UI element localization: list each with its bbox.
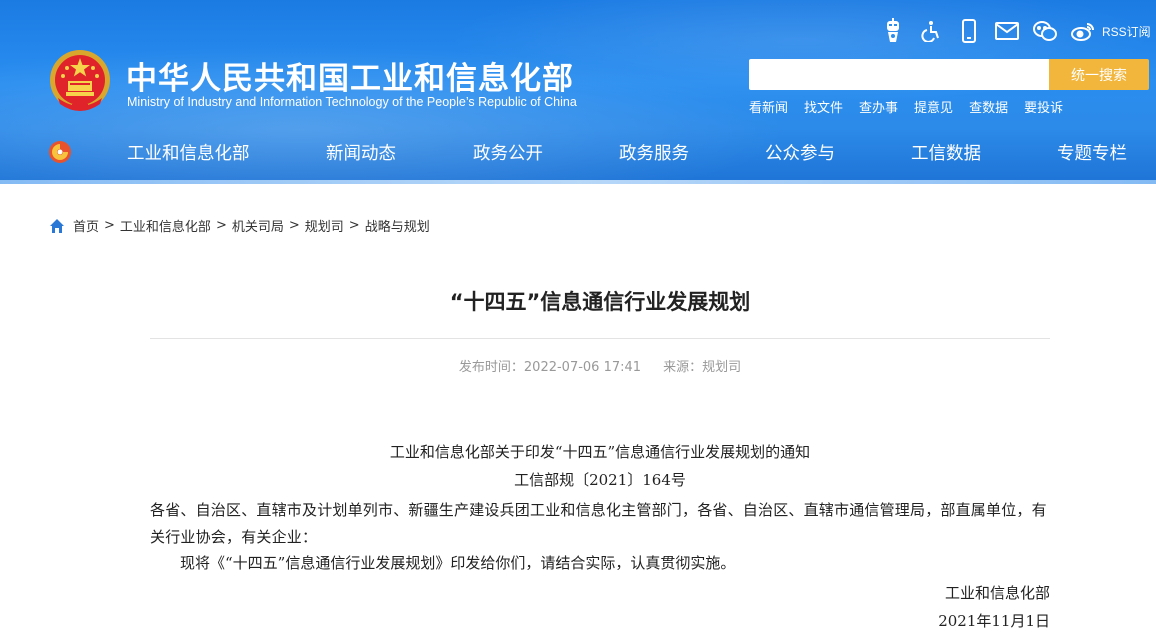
quick-link-data[interactable]: 查数据: [969, 97, 1008, 116]
breadcrumb-strategy[interactable]: 战略与规划: [365, 216, 430, 235]
search-button[interactable]: 统一搜索: [1049, 59, 1149, 90]
accessibility-icon[interactable]: [912, 16, 950, 46]
notice-title: 工业和信息化部关于印发“十四五”信息通信行业发展规划的通知: [389, 443, 811, 461]
document-number: 工信部规〔2021〕164号: [514, 471, 686, 489]
breadcrumb-planning-dept[interactable]: 规划司: [305, 216, 344, 235]
national-emblem-icon[interactable]: [48, 48, 112, 114]
quick-link-news[interactable]: 看新闻: [749, 97, 788, 116]
nav-item-ministry[interactable]: 工业和信息化部: [127, 140, 250, 165]
main-nav: 工业和信息化部 新闻动态 政务公开 政务服务 公众参与 工信数据 专题专栏: [0, 132, 1156, 172]
nav-item-services[interactable]: 政务服务: [619, 140, 689, 165]
quick-link-services[interactable]: 查办事: [859, 97, 898, 116]
quick-link-feedback[interactable]: 提意见: [914, 97, 953, 116]
nav-item-public-affairs[interactable]: 政务公开: [473, 140, 543, 165]
breadcrumb-ministry[interactable]: 工业和信息化部: [120, 216, 211, 235]
site-title: 中华人民共和国工业和信息化部: [126, 61, 574, 97]
article-title: “十四五”信息通信行业发展规划: [449, 290, 751, 314]
mobile-icon[interactable]: [950, 16, 988, 46]
quick-links: 看新闻 找文件 查办事 提意见 查数据 要投诉: [749, 97, 1079, 116]
nav-item-participation[interactable]: 公众参与: [765, 140, 835, 165]
article-source: 来源：规划司: [663, 360, 742, 375]
top-utility-bar: RSS订阅: [874, 14, 1151, 48]
rss-link[interactable]: RSS订阅: [1102, 23, 1151, 40]
search-input[interactable]: [749, 59, 1049, 90]
nav-item-news[interactable]: 新闻动态: [326, 140, 396, 165]
publish-time: 发布时间：2022-07-06 17:41: [458, 360, 642, 375]
nav-item-topics[interactable]: 专题专栏: [1057, 140, 1127, 165]
site-header: 中华人民共和国工业和信息化部 Ministry of Industry and …: [0, 0, 1156, 184]
home-icon: [50, 218, 64, 233]
quick-link-files[interactable]: 找文件: [804, 97, 843, 116]
body-paragraph: 现将《“十四五”信息通信行业发展规划》印发给你们，请结合实际，认真贯彻实施。: [180, 554, 736, 572]
addressee-paragraph: 各省、自治区、直辖市及计划单列市、新疆生产建设兵团工业和信息化主管部门，各省、自…: [150, 501, 1047, 546]
breadcrumb-departments[interactable]: 机关司局: [232, 216, 284, 235]
header-divider: [0, 180, 1156, 184]
site-subtitle: Ministry of Industry and Information Tec…: [127, 95, 577, 109]
breadcrumb-separator: >: [104, 218, 115, 233]
nav-item-data[interactable]: 工信数据: [911, 140, 981, 165]
breadcrumb: 首页 > 工业和信息化部 > 机关司局 > 规划司 > 战略与规划: [49, 216, 430, 235]
weibo-icon[interactable]: [1064, 16, 1102, 46]
title-divider: [150, 338, 1050, 339]
issue-date: 2021年11月1日: [938, 612, 1050, 630]
mail-icon[interactable]: [988, 16, 1026, 46]
wechat-icon[interactable]: [1026, 16, 1064, 46]
breadcrumb-home[interactable]: 首页: [73, 216, 99, 235]
robot-icon[interactable]: [874, 16, 912, 46]
breadcrumb-separator: >: [288, 218, 300, 233]
quick-link-complaint[interactable]: 要投诉: [1024, 97, 1063, 116]
signature: 工业和信息化部: [944, 584, 1050, 602]
breadcrumb-separator: >: [215, 218, 227, 233]
article-meta: 发布时间：2022-07-06 17:41 来源：规划司: [150, 356, 1050, 375]
breadcrumb-separator: >: [348, 218, 360, 233]
